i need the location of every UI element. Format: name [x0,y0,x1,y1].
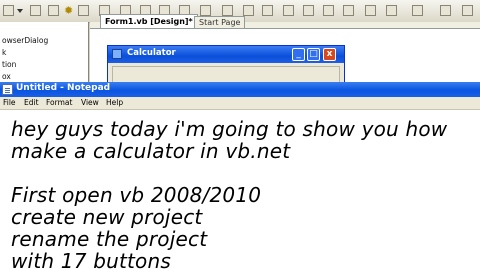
form-body [112,66,340,82]
toolbox-item[interactable]: ox [2,72,11,81]
text-line: First open vb 2008/2010 [11,183,262,207]
minimize-button[interactable]: _ [292,48,305,61]
text-line: create new project [11,205,203,229]
menu-edit[interactable]: Edit [24,98,39,107]
form-titlebar: Calculator _ □ x [108,46,344,63]
form-icon [112,49,122,59]
lock-icon[interactable] [243,5,254,16]
bring-front-icon[interactable] [283,5,294,16]
dropdown-arrow-icon[interactable] [17,9,24,14]
menu-view[interactable]: View [81,98,99,107]
pointer-icon[interactable] [323,5,334,16]
close-button[interactable]: x [323,48,336,61]
favorites-icon[interactable]: ✹ [64,5,75,16]
center-icon[interactable] [222,5,233,16]
vertical-spacing-icon[interactable] [365,5,376,16]
menu-help[interactable]: Help [106,98,123,107]
toolbox-panel: owserDialog k tion ox [0,22,89,82]
form-title: Calculator [127,48,176,58]
size-icon[interactable] [200,5,211,16]
design-surface: Calculator _ □ x [90,28,480,82]
text-editor[interactable]: hey guys today i'm going to show you how… [0,110,480,270]
same-height-icon[interactable] [412,5,423,16]
toolbox-icon[interactable] [48,5,59,16]
notepad-titlebar[interactable]: Untitled - Notepad [0,82,480,97]
designer-area: Form1.vb [Design]* Start Page Calculator… [90,14,480,82]
grid-icon[interactable] [78,5,89,16]
window-title: Untitled - Notepad [16,83,111,93]
open-file-icon[interactable] [30,5,41,16]
same-size-icon[interactable] [440,5,451,16]
save-icon[interactable] [3,5,14,16]
text-line: hey guys today i'm going to show you how [11,117,448,141]
toolbox-item[interactable]: owserDialog [2,36,48,45]
maximize-button[interactable]: □ [307,48,320,61]
notepad-icon [2,84,13,95]
tab-order-icon[interactable] [262,5,273,16]
menu-bar: File Edit Format View Help [0,97,480,110]
menu-file[interactable]: File [3,98,16,107]
toolbox-item[interactable]: k [2,48,6,57]
toolbox-item[interactable]: tion [2,60,16,69]
snap-grid-icon[interactable] [462,5,473,16]
same-width-icon[interactable] [386,5,397,16]
text-line: make a calculator in vb.net [11,139,291,163]
tab-start-page[interactable]: Start Page [194,16,246,28]
send-back-icon[interactable] [303,5,314,16]
menu-format[interactable]: Format [46,98,72,107]
notepad-window: Untitled - Notepad File Edit Format View… [0,82,480,270]
text-line: with 17 buttons [11,249,171,270]
visual-studio-window: ✹ owserDialog k tion ox Form1.vb [Design… [0,0,480,82]
tab-form1-design[interactable]: Form1.vb [Design]* [100,14,198,28]
calculator-form[interactable]: Calculator _ □ x [107,45,345,82]
horizontal-spacing-icon[interactable] [343,5,354,16]
text-line: rename the project [11,227,208,251]
